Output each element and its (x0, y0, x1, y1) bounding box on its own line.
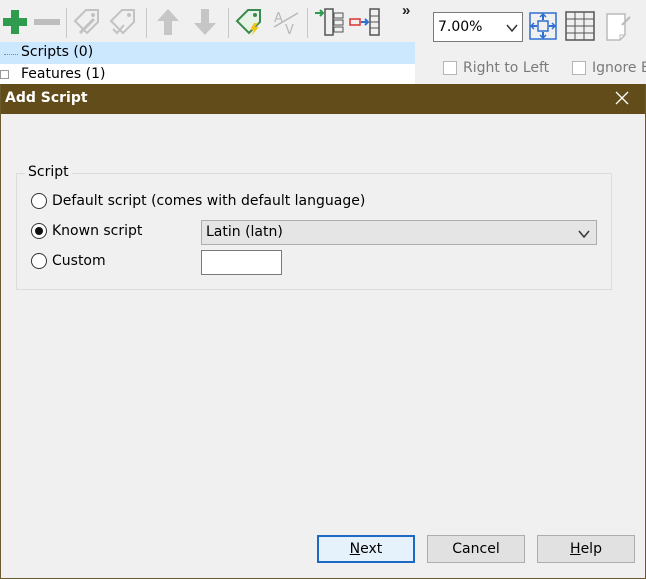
next-button[interactable]: Next (317, 535, 415, 563)
tag-check-icon (108, 7, 138, 40)
group-label: Script (25, 164, 72, 180)
svg-text:V: V (285, 23, 294, 37)
cancel-label: Cancel (452, 541, 500, 557)
radio-button[interactable] (31, 193, 47, 209)
fit-page-button[interactable] (528, 11, 558, 44)
add-script-dialog: Add Script Script Default script (comes … (0, 84, 646, 579)
tree-add-icon (313, 7, 345, 40)
sort-text-button[interactable]: AV (271, 6, 301, 40)
radio-default-label: Default script (comes with default langu… (52, 193, 366, 209)
arrow-up-icon (155, 7, 181, 40)
apply-tag-button[interactable] (234, 6, 264, 40)
radio-default-script[interactable]: Default script (comes with default langu… (31, 191, 365, 211)
chevron-down-icon (578, 227, 590, 243)
move-up-button[interactable] (153, 6, 183, 40)
checkbox-box (443, 61, 457, 75)
ignore-label: Ignore E (592, 60, 646, 76)
toolbar-overflow-icon[interactable]: » (402, 2, 410, 19)
page-icon (602, 11, 632, 44)
radio-custom[interactable]: Custom (31, 251, 106, 271)
remove-button[interactable] (32, 6, 62, 40)
dialog-title: Add Script (5, 90, 88, 106)
radio-button[interactable] (31, 253, 47, 269)
script-groupbox: Script Default script (comes with defaul… (16, 164, 612, 290)
tree-connector (4, 54, 18, 55)
help-mnemonic: H (570, 541, 581, 557)
toolbar: AV » (0, 0, 420, 46)
grid-view-button[interactable] (565, 10, 595, 44)
close-icon (615, 91, 629, 108)
check-tag-button[interactable] (108, 6, 138, 40)
tree-item-scripts[interactable]: Scripts (0) (0, 42, 415, 64)
right-panel: 7.00% Right to Left Ignore E (420, 0, 646, 84)
radio-known-script[interactable]: Known script (31, 221, 142, 241)
cancel-button[interactable]: Cancel (427, 535, 525, 563)
tree-remove-button[interactable] (349, 6, 381, 40)
tree-item-label: Features (1) (21, 66, 106, 82)
page-button[interactable] (602, 12, 632, 42)
known-script-value: Latin (latn) (206, 224, 283, 240)
move-down-button[interactable] (190, 6, 220, 40)
right-to-left-label: Right to Left (463, 60, 550, 76)
tag-edit-icon (72, 7, 102, 40)
plus-icon (2, 9, 28, 38)
toolbar-separator (228, 8, 229, 38)
main-window-background: AV » Scripts (0) Features (1) 7.00% Righ… (0, 0, 646, 84)
tree-add-button[interactable] (314, 6, 344, 40)
right-to-left-checkbox[interactable]: Right to Left (443, 58, 549, 78)
zoom-value: 7.00% (438, 19, 483, 35)
tag-lightning-icon (234, 7, 264, 40)
tree-remove-icon (349, 7, 381, 40)
help-label: elp (580, 541, 602, 557)
edit-tag-button[interactable] (72, 6, 102, 40)
radio-button-selected[interactable] (31, 223, 47, 239)
toolbar-separator (307, 8, 308, 38)
close-button[interactable] (599, 84, 645, 114)
help-button[interactable]: Help (537, 535, 635, 563)
tree-item-label: Scripts (0) (21, 44, 94, 60)
toolbar-separator (146, 8, 147, 38)
chevron-down-icon (506, 21, 518, 37)
toolbar-separator (66, 8, 67, 38)
fit-page-icon (528, 11, 558, 44)
grid-icon (565, 10, 595, 44)
minus-icon (33, 9, 61, 38)
radio-custom-label: Custom (52, 253, 106, 269)
add-button[interactable] (0, 6, 30, 40)
next-mnemonic: N (349, 541, 361, 557)
next-label: ext (360, 541, 383, 557)
dialog-titlebar[interactable]: Add Script (1, 84, 645, 114)
ignore-checkbox[interactable]: Ignore E (572, 58, 646, 78)
text-sort-icon: AV (271, 7, 301, 40)
checkbox-box (572, 61, 586, 75)
tree-item-features[interactable]: Features (1) (0, 64, 415, 86)
arrow-down-icon (192, 7, 218, 40)
tree-view: Scripts (0) Features (1) (0, 42, 415, 84)
custom-script-input[interactable] (201, 250, 282, 275)
radio-known-label: Known script (52, 223, 143, 239)
zoom-select[interactable]: 7.00% (433, 12, 523, 42)
tree-expander-icon[interactable] (0, 70, 9, 79)
known-script-select[interactable]: Latin (latn) (201, 220, 597, 245)
